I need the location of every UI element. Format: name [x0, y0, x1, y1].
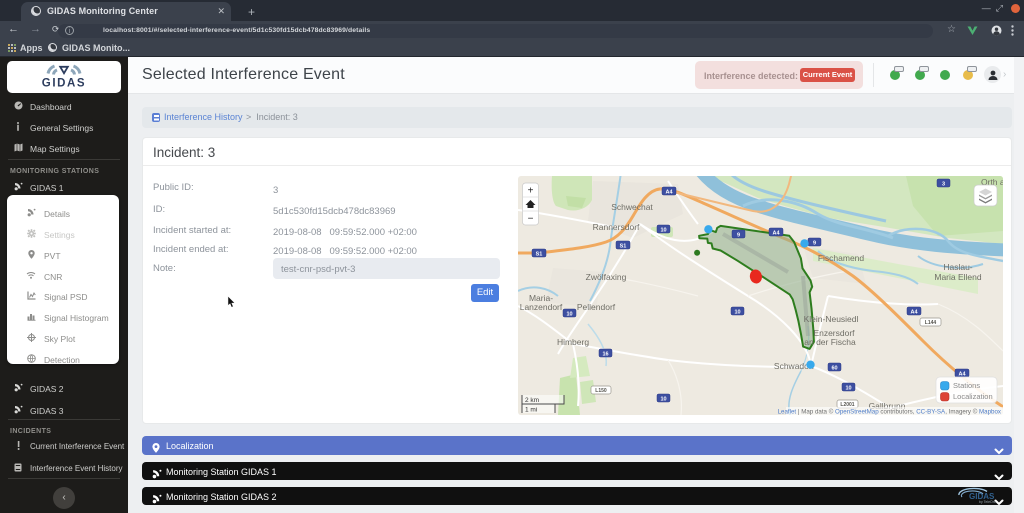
svg-text:L150: L150	[595, 388, 607, 394]
svg-text:Schwechat: Schwechat	[611, 202, 653, 212]
svg-text:−: −	[528, 214, 534, 225]
svg-text:Zwölfaxing: Zwölfaxing	[586, 272, 627, 282]
svg-text:an der Fischa: an der Fischa	[804, 337, 856, 347]
svg-text:Klein-Neusiedl: Klein-Neusiedl	[804, 314, 859, 324]
svg-text:60: 60	[831, 366, 837, 372]
svg-text:S1: S1	[536, 252, 543, 258]
svg-text:16: 16	[602, 352, 608, 358]
svg-text:9: 9	[737, 233, 740, 239]
svg-text:A4: A4	[958, 372, 966, 378]
svg-text:10: 10	[660, 397, 666, 403]
svg-text:A4: A4	[665, 190, 673, 196]
svg-text:A4: A4	[910, 310, 918, 316]
svg-text:Fischamend: Fischamend	[818, 253, 865, 263]
svg-text:+: +	[528, 186, 534, 197]
svg-text:Haslau-: Haslau-	[943, 262, 972, 272]
svg-text:10: 10	[845, 386, 851, 392]
svg-text:Stations: Stations	[953, 381, 980, 390]
svg-text:A4: A4	[772, 231, 780, 237]
svg-text:10: 10	[660, 228, 666, 234]
svg-text:2 km: 2 km	[525, 397, 539, 404]
svg-text:10: 10	[566, 312, 572, 318]
svg-text:Lanzendorf: Lanzendorf	[520, 302, 563, 312]
svg-text:Localization: Localization	[953, 392, 993, 401]
svg-text:Leaflet | Map data © OpenStree: Leaflet | Map data © OpenStreetMap contr…	[778, 409, 1002, 416]
svg-text:10: 10	[734, 310, 740, 316]
svg-text:1 mi: 1 mi	[525, 407, 537, 414]
svg-text:9: 9	[813, 241, 816, 247]
svg-text:Pellendorf: Pellendorf	[577, 302, 616, 312]
svg-text:GIDAS: GIDAS	[42, 78, 86, 90]
svg-text:Rannersdorf: Rannersdorf	[593, 222, 640, 232]
svg-text:Himberg: Himberg	[557, 337, 589, 347]
svg-text:S1: S1	[620, 244, 627, 250]
svg-text:by TeleOrbit: by TeleOrbit	[979, 500, 996, 504]
svg-text:3: 3	[942, 182, 945, 188]
svg-text:Maria Ellend: Maria Ellend	[934, 272, 982, 282]
svg-text:L144: L144	[925, 320, 937, 326]
